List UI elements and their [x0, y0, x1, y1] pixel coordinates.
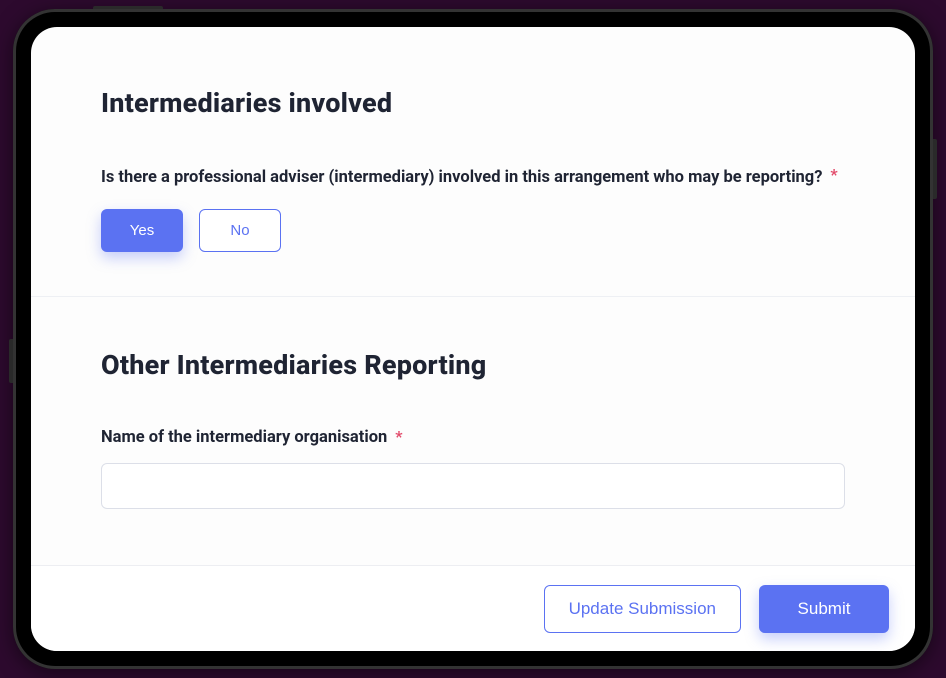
field-block: Name of the intermediary organisation * [101, 427, 845, 447]
no-button[interactable]: No [199, 209, 281, 252]
tablet-frame: Intermediaries involved Is there a profe… [13, 9, 933, 669]
yes-no-group: Yes No [101, 209, 845, 252]
section-divider [31, 296, 915, 297]
tablet-side-button-right [933, 139, 937, 199]
required-indicator: * [830, 165, 837, 184]
required-indicator: * [395, 427, 402, 446]
form-content: Intermediaries involved Is there a profe… [31, 27, 915, 565]
screen: Intermediaries involved Is there a profe… [31, 27, 915, 651]
submit-button[interactable]: Submit [759, 585, 889, 633]
update-submission-button[interactable]: Update Submission [544, 585, 741, 633]
section-title-intermediaries: Intermediaries involved [101, 87, 845, 119]
question-label: Is there a professional adviser (interme… [101, 168, 822, 187]
tablet-top-button [93, 6, 163, 9]
footer-bar: Update Submission Submit [31, 565, 915, 651]
org-name-label: Name of the intermediary organisation [101, 428, 387, 447]
section-other-intermediaries: Other Intermediaries Reporting Name of t… [101, 349, 845, 509]
section-title-other: Other Intermediaries Reporting [101, 349, 845, 381]
yes-button[interactable]: Yes [101, 209, 183, 252]
question-block: Is there a professional adviser (interme… [101, 165, 845, 191]
org-name-input[interactable] [101, 463, 845, 509]
tablet-side-button-left [9, 339, 13, 383]
